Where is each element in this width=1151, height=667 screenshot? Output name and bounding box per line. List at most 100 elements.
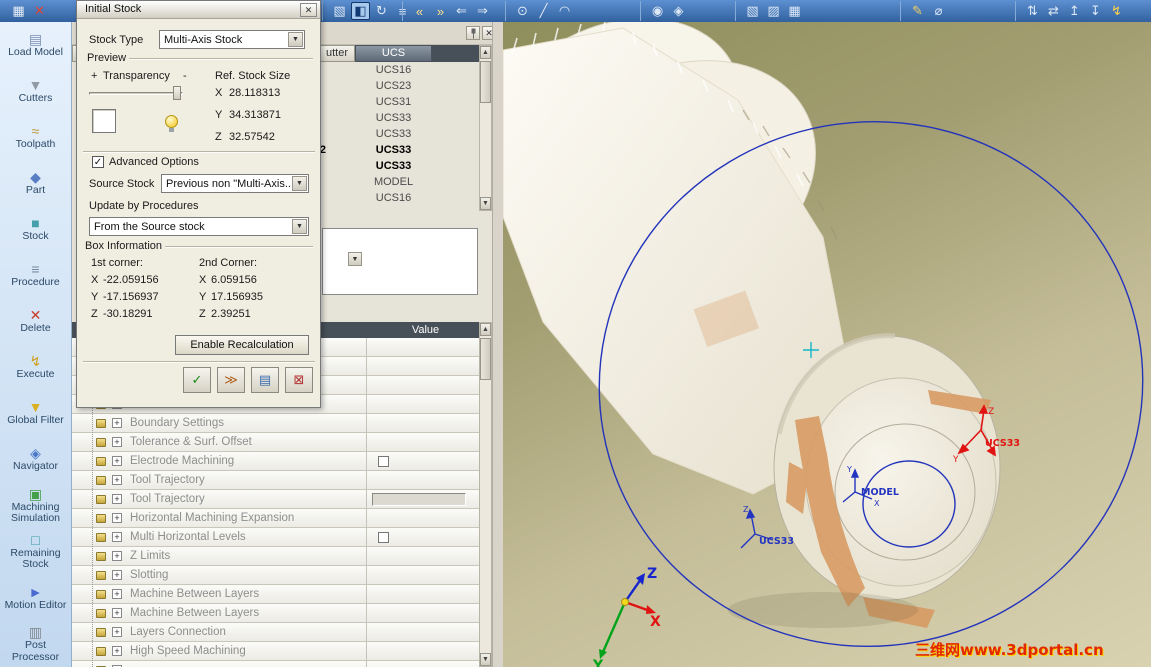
- slider-thumb[interactable]: [173, 86, 181, 100]
- expand-icon[interactable]: +: [112, 589, 122, 599]
- update-mode-select[interactable]: From the Source stock ▼: [89, 217, 309, 236]
- pick-line-icon[interactable]: ╱: [534, 2, 553, 20]
- export-button[interactable]: ▤: [251, 367, 279, 393]
- sidebar-item-cutters[interactable]: ▼ Cutters: [0, 68, 71, 114]
- table-scrollbar[interactable]: ▲ ▼: [479, 45, 492, 211]
- sidebar-item-machining-simulation[interactable]: ▣ Machining Simulation: [0, 483, 71, 529]
- expand-icon[interactable]: +: [112, 418, 122, 428]
- advanced-options-checkbox[interactable]: ✓: [92, 156, 104, 168]
- measure-icon[interactable]: ⌀: [929, 2, 948, 20]
- pick-arc-icon[interactable]: ◠: [555, 2, 574, 20]
- procedure-row[interactable]: + Tolerance & Surf. Offset: [72, 433, 479, 452]
- apply-next-button[interactable]: ≫: [217, 367, 245, 393]
- procedure-row[interactable]: + High Speed Machining: [72, 642, 479, 661]
- sidebar-item-stock[interactable]: ■ Stock: [0, 206, 71, 252]
- sidebar-item-toolpath[interactable]: ≈ Toolpath: [0, 114, 71, 160]
- dropdown-arrow-icon[interactable]: ▼: [288, 32, 303, 47]
- procedure-row[interactable]: + Horizontal Machining Expansion: [72, 509, 479, 528]
- hidden-line-icon[interactable]: ▦: [785, 2, 804, 20]
- worksheet-icon[interactable]: ▦: [9, 2, 28, 20]
- procedure-row[interactable]: + Boundary Settings: [72, 414, 479, 433]
- procedure-row[interactable]: + Slotting: [72, 566, 479, 585]
- sidebar-item-remaining-stock[interactable]: □ Remaining Stock: [0, 529, 71, 575]
- scroll-thumb[interactable]: [480, 338, 491, 380]
- copy-forward-icon[interactable]: »: [431, 2, 450, 20]
- expand-icon[interactable]: +: [112, 646, 122, 656]
- dialog-close-icon[interactable]: ✕: [300, 3, 317, 17]
- wireframe-icon[interactable]: ▧: [743, 2, 762, 20]
- expand-icon[interactable]: +: [112, 627, 122, 637]
- copy-back-icon[interactable]: «: [410, 2, 429, 20]
- dynamic-ucs-icon[interactable]: ↯: [1107, 2, 1126, 20]
- procedure-checkbox[interactable]: [378, 456, 389, 467]
- swap-axis-icon[interactable]: ⇄: [1044, 2, 1063, 20]
- light-bulb-icon[interactable]: [165, 115, 178, 132]
- stock-tree-icon[interactable]: ▧: [330, 2, 349, 20]
- scroll-up-icon[interactable]: ▲: [480, 323, 491, 336]
- sidebar-item-load-model[interactable]: ▤ Load Model: [0, 22, 71, 68]
- column-header-ucs[interactable]: UCS: [355, 45, 432, 62]
- procedure-row[interactable]: + Machine Between Layers: [72, 604, 479, 623]
- shaded-icon[interactable]: ▨: [764, 2, 783, 20]
- procedure-row[interactable]: + Electrode Machining: [72, 452, 479, 471]
- procedure-checkbox[interactable]: [378, 532, 389, 543]
- sidebar-item-part[interactable]: ◆ Part: [0, 160, 71, 206]
- expand-icon[interactable]: +: [112, 437, 122, 447]
- viewport-3d[interactable]: Z Y UCS33 Y X MODEL Z UCS33 Z X Y 三维网www…: [503, 22, 1151, 667]
- procedure-row[interactable]: + Tool Trajectory: [72, 471, 479, 490]
- stock-update-icon[interactable]: ↻: [372, 2, 391, 20]
- procedure-row[interactable]: +: [72, 661, 479, 667]
- sidebar-item-navigator[interactable]: ◈ Navigator: [0, 437, 71, 483]
- scroll-down-icon[interactable]: ▼: [480, 653, 491, 666]
- sidebar-item-post-processor[interactable]: ▥ Post Processor: [0, 621, 71, 667]
- procedure-row[interactable]: + Tool Trajectory: [72, 490, 479, 509]
- expand-icon[interactable]: +: [112, 608, 122, 618]
- enable-recalculation-button[interactable]: Enable Recalculation: [175, 335, 309, 355]
- procedure-row[interactable]: + Z Limits: [72, 547, 479, 566]
- expand-icon[interactable]: +: [112, 456, 122, 466]
- dropdown-arrow-icon[interactable]: ▼: [292, 176, 307, 191]
- delete-icon[interactable]: ✕: [30, 2, 49, 20]
- sidebar-item-label: Cutters: [18, 91, 53, 104]
- sketch-icon[interactable]: ✎: [908, 2, 927, 20]
- go-last-icon[interactable]: ⇒: [473, 2, 492, 20]
- procedure-row[interactable]: + Layers Connection: [72, 623, 479, 642]
- tree-scrollbar[interactable]: ▲ ▼: [479, 322, 492, 667]
- ok-button[interactable]: ✓: [183, 367, 211, 393]
- sidebar-item-global-filter[interactable]: ▼ Global Filter: [0, 391, 71, 437]
- expand-icon[interactable]: +: [112, 494, 122, 504]
- panel-splitter[interactable]: [492, 22, 503, 667]
- expand-icon[interactable]: +: [112, 551, 122, 561]
- expand-icon[interactable]: +: [112, 475, 122, 485]
- stock-color-swatch[interactable]: [92, 109, 116, 133]
- sidebar-item-motion-editor[interactable]: ► Motion Editor: [0, 575, 71, 621]
- expand-icon[interactable]: +: [112, 513, 122, 523]
- pin-icon[interactable]: [466, 26, 480, 40]
- sidebar-item-delete[interactable]: ✕ Delete: [0, 298, 71, 344]
- view-front-icon[interactable]: ◉: [648, 2, 667, 20]
- source-stock-select[interactable]: Previous non "Multi-Axis... ▼: [161, 174, 309, 193]
- move-axis-icon[interactable]: ⇅: [1023, 2, 1042, 20]
- dropdown-arrow-icon[interactable]: ▼: [292, 219, 307, 234]
- stock-type-select[interactable]: Multi-Axis Stock ▼: [159, 30, 305, 49]
- initial-stock-icon[interactable]: ◧: [351, 2, 370, 20]
- scroll-up-icon[interactable]: ▲: [480, 46, 491, 59]
- sidebar-item-execute[interactable]: ↯ Execute: [0, 345, 71, 391]
- procedure-row[interactable]: + Multi Horizontal Levels: [72, 528, 479, 547]
- scroll-down-icon[interactable]: ▼: [480, 197, 491, 210]
- sidebar-item-procedure[interactable]: ≡ Procedure: [0, 252, 71, 298]
- scroll-thumb[interactable]: [480, 61, 491, 103]
- filter-dropdown-icon[interactable]: ▼: [348, 252, 362, 266]
- expand-icon[interactable]: +: [112, 532, 122, 542]
- pick-point-icon[interactable]: ⊙: [513, 2, 532, 20]
- axis-up-icon[interactable]: ↥: [1065, 2, 1084, 20]
- expand-icon[interactable]: +: [112, 570, 122, 580]
- transparency-slider[interactable]: [89, 85, 183, 101]
- axis-down-icon[interactable]: ↧: [1086, 2, 1105, 20]
- view-iso-icon[interactable]: ◈: [669, 2, 688, 20]
- cancel-button[interactable]: ⊠: [285, 367, 313, 393]
- procedure-row[interactable]: + Machine Between Layers: [72, 585, 479, 604]
- dialog-titlebar[interactable]: Initial Stock ✕: [77, 1, 320, 19]
- go-first-icon[interactable]: ⇐: [452, 2, 471, 20]
- procedure-value-field[interactable]: [372, 493, 466, 506]
